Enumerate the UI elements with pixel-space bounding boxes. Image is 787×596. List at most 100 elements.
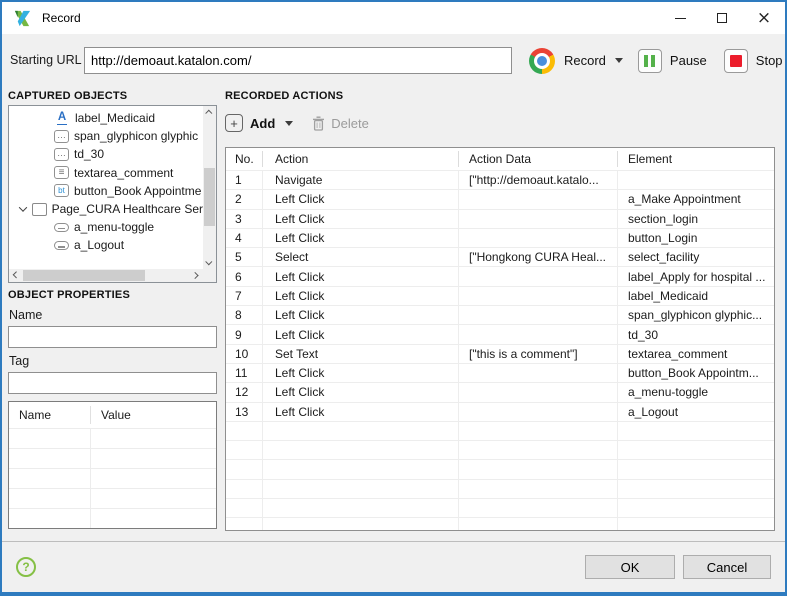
cell-action-data: ["http://demoaut.katalo... — [459, 171, 618, 189]
cell-action-data — [459, 190, 618, 208]
cell-action-data — [459, 287, 618, 305]
table-row[interactable] — [9, 488, 216, 508]
window-title: Record — [42, 11, 81, 25]
cell-action: Set Text — [263, 345, 459, 363]
stop-button[interactable]: Stop — [724, 49, 783, 73]
tree-item[interactable]: a_menu-toggle — [9, 218, 203, 236]
table-row[interactable] — [9, 468, 216, 488]
record-button[interactable]: Record — [529, 48, 615, 74]
maximize-button[interactable] — [701, 2, 743, 34]
element-column-header: Element — [618, 151, 774, 167]
record-button-label: Record — [564, 53, 606, 68]
table-row[interactable]: 7 Left Click label_Medicaid — [226, 287, 774, 306]
table-row[interactable]: 2 Left Click a_Make Appointment — [226, 190, 774, 209]
close-icon: × — [757, 10, 771, 27]
vertical-scrollbar[interactable] — [203, 106, 216, 269]
cell-action-data — [459, 267, 618, 285]
span-icon — [54, 148, 69, 161]
add-dropdown-button[interactable] — [285, 121, 293, 126]
table-row[interactable] — [226, 480, 774, 499]
cell-element — [618, 460, 774, 478]
minimize-button[interactable] — [659, 2, 701, 34]
cell-name — [9, 469, 91, 488]
cell-action-data — [459, 422, 618, 440]
tree-item[interactable]: textarea_comment — [9, 164, 203, 182]
question-mark-icon: ? — [22, 560, 29, 574]
label-icon — [54, 111, 70, 125]
record-toolbar: Record Pause Stop — [529, 46, 783, 75]
tree-item-label: a_menu-toggle — [74, 220, 154, 234]
actions-table-header: No. Action Action Data Element — [226, 148, 774, 171]
cell-no: 4 — [226, 229, 263, 247]
tree-item[interactable]: span_glyphicon glyphic — [9, 127, 203, 145]
action-column-header: Action — [263, 151, 459, 167]
cell-action — [263, 441, 459, 459]
cell-action-data — [459, 364, 618, 382]
ok-button[interactable]: OK — [585, 555, 675, 579]
delete-button-label: Delete — [331, 116, 369, 131]
cell-no: 7 — [226, 287, 263, 305]
table-row[interactable] — [226, 499, 774, 518]
tree-item[interactable]: td_30 — [9, 145, 203, 163]
chrome-browser-icon — [529, 48, 555, 74]
add-button[interactable]: + Add — [225, 114, 285, 132]
expander-chevron-icon[interactable] — [17, 206, 29, 212]
tree-item[interactable]: label_Medicaid — [9, 109, 203, 127]
table-row[interactable] — [9, 448, 216, 468]
cell-action-data — [459, 460, 618, 478]
tag-input[interactable] — [8, 372, 217, 394]
table-row[interactable] — [226, 441, 774, 460]
horizontal-scrollbar-thumb[interactable] — [23, 270, 145, 281]
table-row[interactable]: 4 Left Click button_Login — [226, 229, 774, 248]
scroll-right-button[interactable] — [190, 269, 203, 282]
tree-item[interactable]: button_Book Appointme — [9, 182, 203, 200]
table-row[interactable]: 13 Left Click a_Logout — [226, 403, 774, 422]
captured-objects-title: CAPTURED OBJECTS — [8, 90, 127, 102]
table-row[interactable]: 10 Set Text ["this is a comment"] textar… — [226, 345, 774, 364]
record-window: Record × Starting URL Record Pause Stop … — [0, 0, 787, 596]
link-icon — [54, 241, 69, 250]
table-row[interactable]: 11 Left Click button_Book Appointm... — [226, 364, 774, 383]
cancel-button[interactable]: Cancel — [683, 555, 771, 579]
add-plus-icon: + — [225, 114, 243, 132]
help-button[interactable]: ? — [16, 557, 36, 577]
cell-element: span_glyphicon glyphic... — [618, 306, 774, 324]
cell-action — [263, 480, 459, 498]
table-row[interactable]: 6 Left Click label_Apply for hospital ..… — [226, 267, 774, 286]
table-row[interactable]: 1 Navigate ["http://demoaut.katalo... — [226, 171, 774, 190]
record-dropdown-button[interactable] — [615, 58, 623, 63]
table-row[interactable] — [226, 518, 774, 531]
table-row[interactable] — [226, 422, 774, 441]
tree-item[interactable]: a_Logout — [9, 236, 203, 254]
button-icon — [54, 184, 69, 197]
table-row[interactable]: 5 Select ["Hongkong CURA Heal... select_… — [226, 248, 774, 267]
scroll-down-button[interactable] — [203, 256, 216, 269]
table-row[interactable]: 12 Left Click a_menu-toggle — [226, 383, 774, 402]
pause-button[interactable]: Pause — [638, 49, 707, 73]
name-input[interactable] — [8, 326, 217, 348]
tag-label: Tag — [9, 354, 29, 368]
object-properties-table: Name Value — [8, 401, 217, 529]
cell-element: button_Login — [618, 229, 774, 247]
scroll-left-button[interactable] — [9, 269, 22, 282]
table-row[interactable] — [226, 460, 774, 479]
table-row[interactable]: 3 Left Click section_login — [226, 210, 774, 229]
vertical-scrollbar-thumb[interactable] — [204, 168, 215, 226]
tree-item[interactable]: Page_CURA Healthcare Ser — [9, 200, 203, 218]
cell-element — [618, 518, 774, 531]
table-row[interactable]: 9 Left Click td_30 — [226, 325, 774, 344]
horizontal-scrollbar[interactable] — [9, 269, 203, 282]
table-row[interactable] — [9, 508, 216, 528]
starting-url-input[interactable] — [84, 47, 512, 74]
cell-element: a_menu-toggle — [618, 383, 774, 401]
cell-no — [226, 499, 263, 517]
close-button[interactable]: × — [743, 2, 785, 34]
caret-down-icon — [285, 121, 293, 126]
add-button-label: Add — [250, 116, 275, 131]
cell-no — [226, 460, 263, 478]
table-row[interactable] — [9, 428, 216, 448]
scroll-up-button[interactable] — [203, 106, 216, 119]
delete-button[interactable]: Delete — [312, 116, 369, 131]
table-row[interactable]: 8 Left Click span_glyphicon glyphic... — [226, 306, 774, 325]
cell-element: label_Medicaid — [618, 287, 774, 305]
